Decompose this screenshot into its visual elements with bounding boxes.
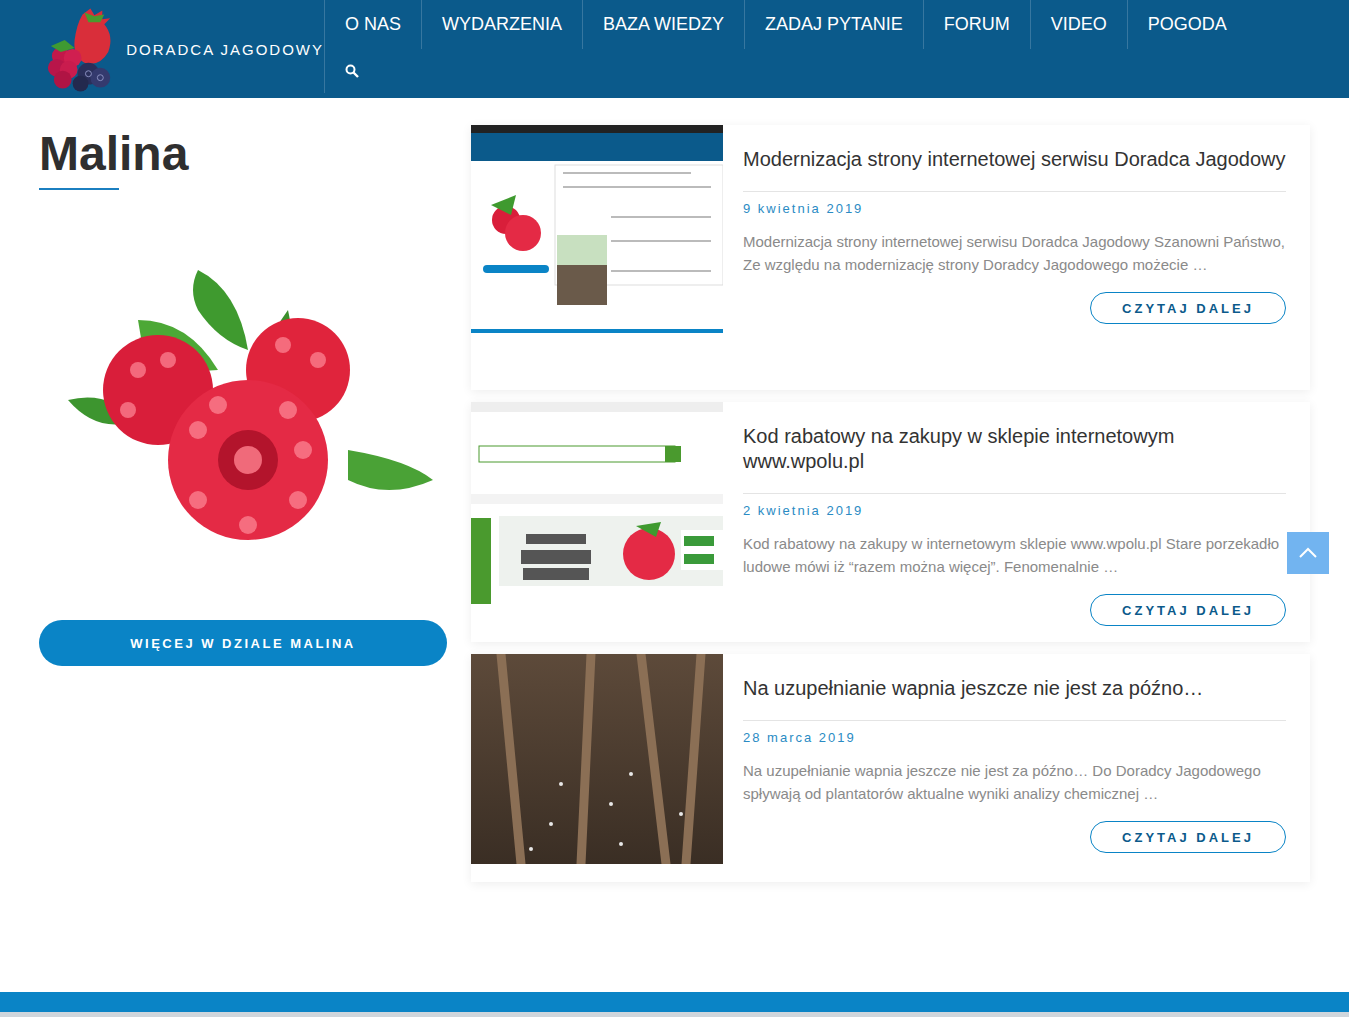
search-button[interactable] (324, 49, 379, 93)
nav-row: O NASWYDARZENIABAZA WIEDZYZADAJ PYTANIEF… (324, 0, 1247, 49)
post-excerpt: Kod rabatowy na zakupy w internetowym sk… (743, 532, 1286, 578)
post-list: Modernizacja strony internetowej serwisu… (471, 125, 1310, 992)
post-date: 2 kwietnia 2019 (743, 503, 1286, 518)
post-title[interactable]: Kod rabatowy na zakupy w sklepie interne… (743, 424, 1286, 474)
section-panel: Malina WIĘCEJ W (39, 125, 447, 992)
title-underline (39, 188, 119, 190)
footer-bar (0, 992, 1349, 1012)
footer-strip (0, 1012, 1349, 1017)
nav-item[interactable]: POGODA (1127, 0, 1247, 49)
post-divider (743, 493, 1286, 494)
nav-item[interactable]: BAZA WIEDZY (582, 0, 744, 49)
post-body: Modernizacja strony internetowej serwisu… (723, 125, 1310, 390)
logo[interactable]: DORADCA JAGODOWY (0, 0, 324, 98)
nav-item[interactable]: VIDEO (1030, 0, 1127, 49)
logo-text[interactable]: DORADCA JAGODOWY (126, 41, 324, 58)
button-row: CZYTAJ DALEJ (743, 821, 1286, 853)
post-card: Kod rabatowy na zakupy w sklepie interne… (471, 402, 1310, 642)
post-body: Kod rabatowy na zakupy w sklepie interne… (723, 402, 1310, 642)
read-more-button[interactable]: CZYTAJ DALEJ (1090, 594, 1286, 626)
nav-item[interactable]: ZADAJ PYTANIE (744, 0, 923, 49)
nav-item[interactable]: WYDARZENIA (421, 0, 582, 49)
post-thumbnail[interactable] (471, 402, 723, 612)
post-card: Modernizacja strony internetowej serwisu… (471, 125, 1310, 390)
content: Malina WIĘCEJ W (0, 98, 1349, 992)
post-divider (743, 720, 1286, 721)
button-row: CZYTAJ DALEJ (743, 292, 1286, 324)
post-body: Na uzupełnianie wapnia jeszcze nie jest … (723, 654, 1310, 882)
post-excerpt: Modernizacja strony internetowej serwisu… (743, 230, 1286, 276)
search-icon (345, 64, 359, 78)
chevron-up-icon (1298, 547, 1318, 559)
button-row: CZYTAJ DALEJ (743, 594, 1286, 626)
more-button[interactable]: WIĘCEJ W DZIALE MALINA (39, 620, 447, 666)
main-nav: O NASWYDARZENIABAZA WIEDZYZADAJ PYTANIEF… (324, 0, 1247, 98)
post-title[interactable]: Modernizacja strony internetowej serwisu… (743, 147, 1286, 172)
post-thumbnail[interactable] (471, 654, 723, 864)
nav-item[interactable]: FORUM (923, 0, 1030, 49)
footer (0, 992, 1349, 1017)
post-card: Na uzupełnianie wapnia jeszcze nie jest … (471, 654, 1310, 882)
scroll-top-button[interactable] (1287, 532, 1329, 574)
nav-item[interactable]: O NAS (324, 0, 421, 49)
post-divider (743, 191, 1286, 192)
post-thumbnail[interactable] (471, 125, 723, 335)
post-excerpt: Na uzupełnianie wapnia jeszcze nie jest … (743, 759, 1286, 805)
post-date: 9 kwietnia 2019 (743, 201, 1286, 216)
berries-logo-icon (39, 6, 116, 92)
raspberry-photo-icon (48, 250, 438, 570)
read-more-button[interactable]: CZYTAJ DALEJ (1090, 292, 1286, 324)
post-title[interactable]: Na uzupełnianie wapnia jeszcze nie jest … (743, 676, 1286, 701)
section-title: Malina (39, 125, 447, 183)
header: DORADCA JAGODOWY O NASWYDARZENIABAZA WIE… (0, 0, 1349, 98)
post-date: 28 marca 2019 (743, 730, 1286, 745)
raspberry-image (39, 200, 447, 620)
nav-row (324, 49, 1247, 98)
read-more-button[interactable]: CZYTAJ DALEJ (1090, 821, 1286, 853)
